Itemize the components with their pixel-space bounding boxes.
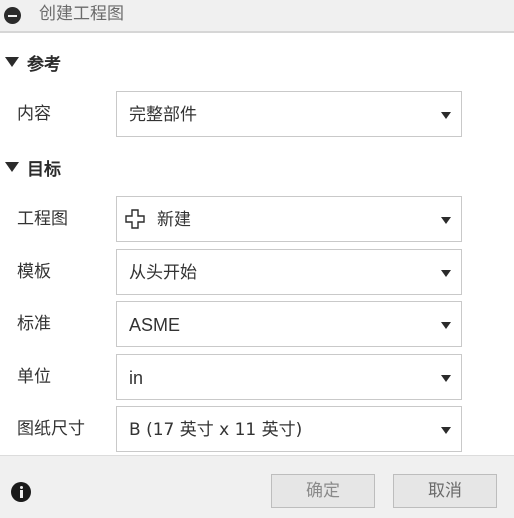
chevron-down-icon xyxy=(441,375,451,382)
info-icon[interactable] xyxy=(11,482,31,502)
standard-select-value: ASME xyxy=(129,315,181,335)
content-label: 内容 xyxy=(17,104,51,124)
standard-select[interactable]: ASME xyxy=(116,301,462,347)
section-target-title: 目标 xyxy=(27,159,61,180)
units-select-value: in xyxy=(129,368,144,388)
sheet-size-row: 图纸尺寸 B (17 英寸 x 11 英寸) xyxy=(0,406,514,452)
dialog-footer: 确定 取消 xyxy=(0,455,514,518)
standard-label: 标准 xyxy=(17,314,51,334)
standard-row: 标准 ASME xyxy=(0,301,514,347)
units-label: 单位 xyxy=(17,367,51,387)
drawing-row: 工程图 新建 xyxy=(0,196,514,242)
chevron-down-icon xyxy=(441,427,451,434)
template-label: 模板 xyxy=(17,262,51,282)
collapse-triangle-icon xyxy=(5,162,19,172)
drawing-select-value: 新建 xyxy=(157,210,191,230)
drawing-select[interactable]: 新建 xyxy=(116,196,462,242)
chevron-down-icon xyxy=(441,270,451,277)
sheet-size-select[interactable]: B (17 英寸 x 11 英寸) xyxy=(116,406,462,452)
ok-button[interactable]: 确定 xyxy=(271,474,375,508)
dialog-titlebar: 创建工程图 xyxy=(0,0,514,33)
section-reference-header[interactable]: 参考 xyxy=(0,48,200,76)
new-plus-icon xyxy=(125,209,145,229)
content-row: 内容 完整部件 xyxy=(0,91,514,137)
template-select-value: 从头开始 xyxy=(129,263,197,283)
chevron-down-icon xyxy=(441,112,451,119)
sheet-size-select-value: B (17 英寸 x 11 英寸) xyxy=(129,420,303,440)
template-select[interactable]: 从头开始 xyxy=(116,249,462,295)
minus-circle-icon[interactable] xyxy=(4,7,21,24)
content-select[interactable]: 完整部件 xyxy=(116,91,462,137)
collapse-triangle-icon xyxy=(5,57,19,67)
chevron-down-icon xyxy=(441,217,451,224)
drawing-label: 工程图 xyxy=(17,209,68,229)
create-drawing-dialog: 创建工程图 参考 内容 完整部件 目标 工程图 新建 模板 从头开始 标准 AS… xyxy=(0,0,514,518)
cancel-button[interactable]: 取消 xyxy=(393,474,497,508)
section-target-header[interactable]: 目标 xyxy=(0,153,200,181)
units-select[interactable]: in xyxy=(116,354,462,400)
units-row: 单位 in xyxy=(0,354,514,400)
dialog-title: 创建工程图 xyxy=(39,4,124,24)
sheet-size-label: 图纸尺寸 xyxy=(17,419,85,439)
chevron-down-icon xyxy=(441,322,451,329)
section-reference-title: 参考 xyxy=(27,54,61,75)
template-row: 模板 从头开始 xyxy=(0,249,514,295)
content-select-value: 完整部件 xyxy=(129,105,197,125)
